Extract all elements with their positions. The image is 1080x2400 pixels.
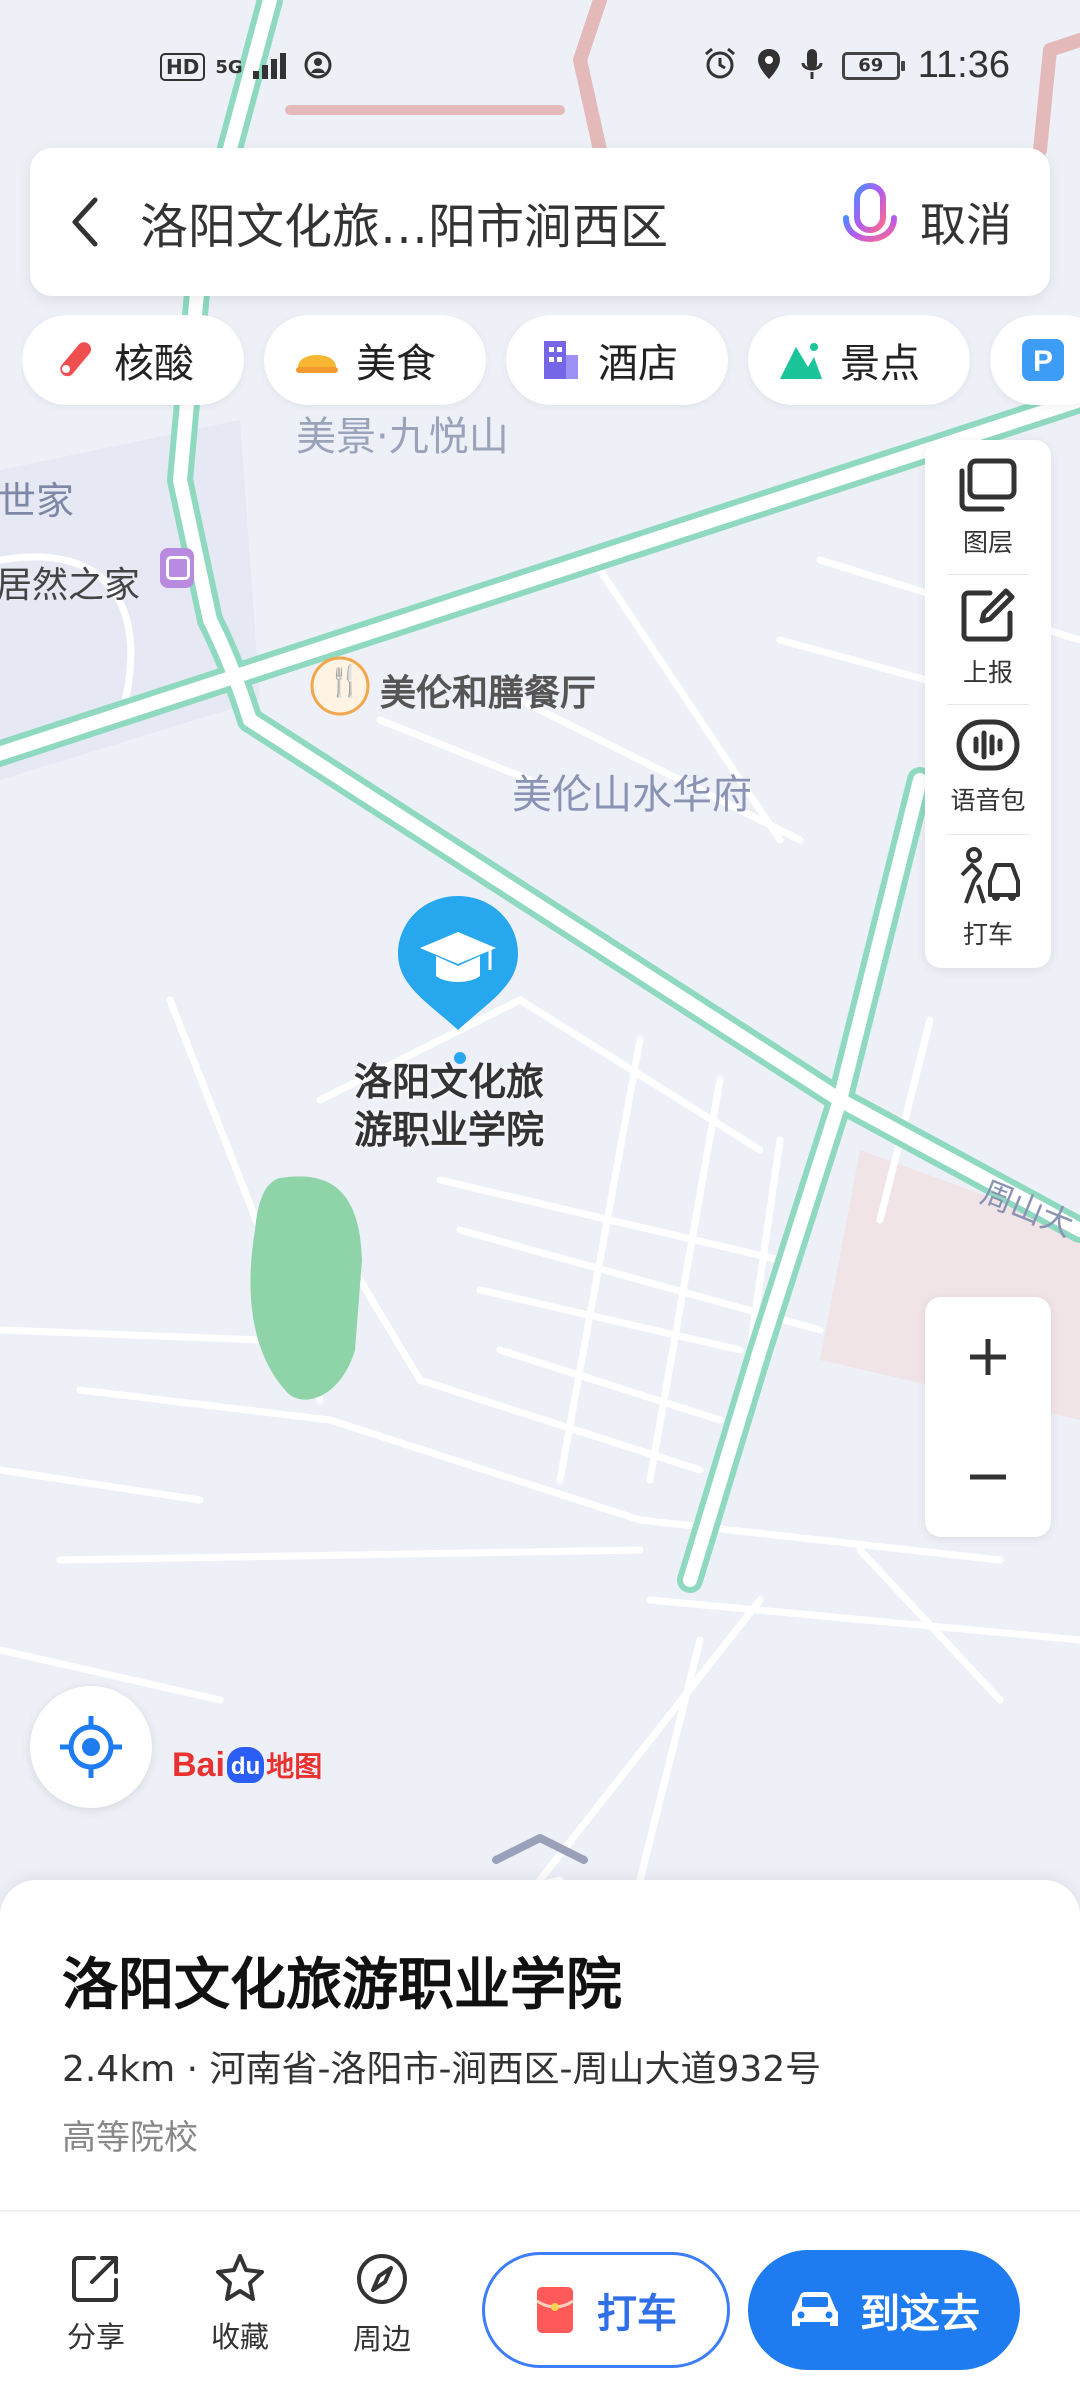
plus-icon: [970, 1339, 1006, 1375]
place-category: 高等院校: [62, 2118, 198, 2158]
school-map-label[interactable]: 洛阳文化旅 游职业学院: [354, 1058, 544, 1154]
search-input[interactable]: 洛阳文化旅…阳市涧西区: [140, 187, 820, 257]
chip-label: 景点: [840, 341, 920, 387]
star-icon: [216, 2254, 264, 2301]
chip-food[interactable]: 美食: [264, 315, 486, 405]
share-label: 分享: [66, 2320, 125, 2354]
map-toolbar: 图层 上报 语音包 打车: [925, 440, 1051, 968]
nearby-label: 周边: [352, 2322, 411, 2356]
hotel-icon: [536, 337, 582, 383]
map-label-juran[interactable]: 居然之家: [0, 556, 140, 608]
test-tube-icon: [52, 337, 98, 383]
car-icon: [792, 2292, 838, 2326]
category-chips: 核酸 美食 酒店 景点 P: [22, 315, 1080, 411]
favorite-button[interactable]: 收藏: [190, 2252, 290, 2356]
map-label-restaurant[interactable]: 美伦和膳餐厅: [380, 664, 596, 716]
chip-scenery[interactable]: 景点: [748, 315, 970, 405]
minus-icon: [970, 1474, 1006, 1480]
microphone-icon: [800, 47, 824, 85]
voice-search-icon[interactable]: [820, 148, 920, 296]
place-address: 2.4km · 河南省-洛阳市-涧西区-周山大道932号: [62, 2049, 822, 2090]
share-icon: [72, 2256, 118, 2302]
taxi-button[interactable]: 打车: [482, 2252, 730, 2368]
chip-nucleic-acid[interactable]: 核酸: [22, 315, 244, 405]
location-icon: [756, 47, 782, 85]
school-label-line1: 洛阳文化旅: [354, 1060, 545, 1104]
status-bar: HD 5G 69 11:36: [0, 0, 1080, 130]
taxi-tool-button[interactable]: 打车: [925, 834, 1051, 962]
voice-pack-label: 语音包: [950, 786, 1026, 815]
report-label: 上报: [962, 658, 1013, 687]
scenery-icon: [778, 337, 824, 383]
compass-icon: [357, 2254, 407, 2304]
locate-icon: [60, 1716, 122, 1778]
clock: 11:36: [917, 44, 1010, 86]
layers-button[interactable]: 图层: [925, 444, 1051, 572]
back-icon[interactable]: [30, 148, 140, 296]
zoom-control: [925, 1297, 1051, 1537]
layers-icon: [956, 457, 1020, 517]
svg-text:P: P: [1033, 345, 1053, 378]
parking-icon: P: [1020, 337, 1066, 383]
signal-icon: [252, 51, 293, 83]
school-marker[interactable]: [390, 888, 526, 1038]
zoom-in-button[interactable]: [925, 1297, 1051, 1417]
voice-pack-icon: [956, 719, 1020, 775]
map-label-shijia: 世家: [0, 479, 75, 523]
vpn-icon: [303, 50, 333, 84]
locate-button[interactable]: [30, 1686, 152, 1808]
report-button[interactable]: 上报: [925, 574, 1051, 702]
chip-label: 美食: [356, 341, 436, 387]
chip-hotel[interactable]: 酒店: [506, 315, 728, 405]
expand-handle-icon[interactable]: [490, 1828, 590, 1868]
place-title: 洛阳文化旅游职业学院: [62, 1953, 622, 2018]
chip-parking[interactable]: P: [990, 315, 1080, 405]
battery-icon: 69: [841, 51, 905, 80]
map-label-jiuyue: 美景·九悦山: [296, 414, 509, 460]
taxi-tool-label: 打车: [962, 920, 1013, 949]
shop-icon[interactable]: [166, 556, 190, 580]
action-bar: 分享 收藏 周边 打车 到这去: [0, 2210, 1080, 2400]
nearby-button[interactable]: 周边: [332, 2252, 432, 2358]
chip-label: 酒店: [598, 341, 678, 387]
edit-icon: [960, 587, 1016, 647]
baidu-map-logo: Bai du 地图: [172, 1745, 323, 1784]
school-label-line2: 游职业学院: [354, 1108, 545, 1152]
layers-label: 图层: [962, 528, 1013, 557]
food-icon: [294, 337, 340, 383]
map-label-huafu: 美伦山水华府: [512, 772, 752, 818]
network-type: 5G: [215, 56, 243, 78]
go-here-button[interactable]: 到这去: [748, 2250, 1020, 2370]
hail-taxi-icon: [956, 845, 1020, 909]
alarm-icon: [702, 46, 738, 86]
red-envelope-icon: [536, 2287, 574, 2333]
taxi-label: 打车: [597, 2291, 677, 2337]
cancel-button[interactable]: 取消: [920, 189, 1050, 255]
chip-label: 核酸: [114, 341, 194, 387]
hd-badge: HD: [160, 53, 206, 81]
zoom-out-button[interactable]: [925, 1417, 1051, 1537]
share-button[interactable]: 分享: [46, 2252, 146, 2356]
go-label: 到这去: [860, 2291, 980, 2337]
favorite-label: 收藏: [210, 2320, 269, 2354]
restaurant-icon[interactable]: 🍴: [326, 664, 363, 699]
voice-pack-button[interactable]: 语音包: [925, 704, 1051, 832]
search-bar: 洛阳文化旅…阳市涧西区 取消: [30, 148, 1050, 296]
